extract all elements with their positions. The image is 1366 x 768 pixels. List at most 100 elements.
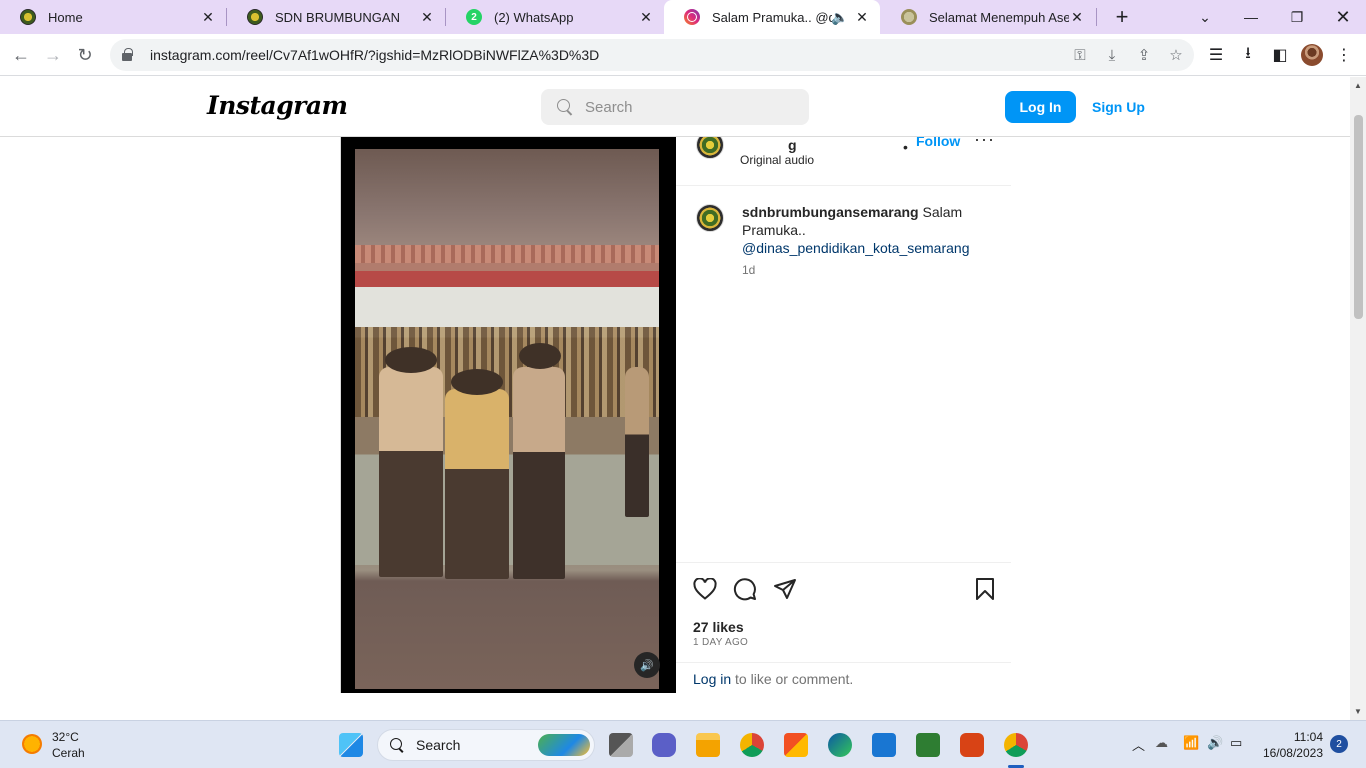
downloads-icon[interactable]: ⭳ — [1236, 43, 1260, 67]
key-icon[interactable]: ⚿ — [1066, 39, 1094, 71]
speaker-icon[interactable]: 🔈 — [831, 9, 848, 25]
restore-icon[interactable]: ❐ — [1274, 0, 1320, 34]
caption-age: 1d — [742, 263, 756, 277]
media-control-icon[interactable]: ☰ — [1204, 43, 1228, 67]
browser-toolbar: ← → ↻ instagram.com/reel/Cv7Af1wOHfR/?ig… — [0, 34, 1366, 76]
tab-selamat[interactable]: Selamat Menempuh Asesme ✕ — [881, 0, 1095, 34]
chat-icon[interactable] — [652, 733, 676, 757]
scroll-up-icon[interactable]: ▲ — [1354, 81, 1362, 90]
tab-search-chevron-icon[interactable]: ⌄ — [1182, 0, 1228, 34]
login-prompt: Log in to like or comment. — [676, 662, 1011, 693]
comment-icon[interactable] — [731, 575, 759, 603]
weather-sun-icon[interactable] — [22, 734, 42, 754]
presentation-icon[interactable] — [960, 733, 984, 757]
original-audio-link[interactable]: Original audio — [740, 153, 814, 167]
tab-instagram-active[interactable]: Salam Pramuka.. @dinas 🔈 ✕ — [664, 0, 880, 34]
account-name[interactable]: g — [788, 137, 797, 153]
spreadsheet-icon[interactable] — [916, 733, 940, 757]
minimize-icon[interactable]: — — [1228, 0, 1274, 34]
instagram-header: Instagram Search Log In Sign Up — [0, 77, 1350, 137]
separator-dot: • — [903, 139, 908, 155]
scrollbar-thumb[interactable] — [1354, 115, 1363, 319]
battery-icon[interactable]: ▭ — [1230, 735, 1242, 751]
scout-figure — [625, 367, 649, 517]
share-send-icon[interactable] — [771, 575, 799, 603]
address-bar[interactable]: instagram.com/reel/Cv7Af1wOHfR/?igshid=M… — [110, 39, 1194, 71]
signup-button[interactable]: Sign Up — [1092, 91, 1145, 123]
reel-video[interactable]: 🔊 — [341, 137, 676, 693]
tab-title: Salam Pramuka.. @dinas — [712, 9, 832, 25]
close-icon[interactable]: ✕ — [638, 9, 654, 25]
tab-home[interactable]: Home ✕ — [0, 0, 226, 34]
page-scrollbar[interactable]: ▲ ▼ — [1350, 77, 1366, 720]
post-sidebar: g • Follow ··· Original audio sdnbrumbun… — [676, 129, 1011, 693]
volume-icon[interactable]: 🔊 — [1207, 735, 1223, 751]
save-bookmark-icon[interactable] — [971, 575, 999, 603]
weather-condition[interactable]: Cerah — [52, 746, 85, 760]
tab-whatsapp[interactable]: 2 (2) WhatsApp ✕ — [446, 0, 664, 34]
lock-icon[interactable] — [122, 48, 133, 61]
close-icon[interactable]: ✕ — [1069, 9, 1085, 25]
chrome-icon[interactable] — [740, 733, 764, 757]
url-text: instagram.com/reel/Cv7Af1wOHfR/?igshid=M… — [150, 47, 600, 63]
scout-logo-icon — [20, 9, 36, 25]
close-icon[interactable]: ✕ — [854, 9, 870, 25]
taskbar-clock[interactable]: 11:04 16/08/2023 — [1261, 729, 1323, 761]
weather-temperature[interactable]: 32°C — [52, 730, 79, 744]
tab-title: SDN BRUMBUNGAN — [275, 9, 400, 25]
chrome-profile-icon[interactable] — [1004, 733, 1028, 757]
install-icon[interactable]: ⤓ — [1098, 39, 1126, 71]
close-window-icon[interactable]: ✕ — [1320, 0, 1366, 34]
search-placeholder: Search — [585, 98, 633, 116]
new-tab-icon[interactable]: + — [1110, 5, 1134, 29]
login-link[interactable]: Log in — [693, 671, 731, 687]
onedrive-cloud-icon[interactable]: ☁ — [1155, 735, 1168, 751]
bookmark-star-icon[interactable]: ☆ — [1162, 39, 1190, 71]
login-button[interactable]: Log In — [1005, 91, 1076, 123]
search-highlight-image — [538, 734, 590, 756]
caption-avatar[interactable] — [696, 204, 724, 232]
likes-count[interactable]: 27 likes — [693, 619, 744, 635]
video-roof — [355, 245, 659, 263]
taskbar-search[interactable]: Search — [377, 729, 595, 761]
store-icon[interactable] — [784, 733, 808, 757]
clock-time: 11:04 — [1293, 730, 1323, 744]
start-windows-icon[interactable] — [339, 733, 363, 757]
mail-icon[interactable] — [872, 733, 896, 757]
instagram-logo[interactable]: Instagram — [207, 91, 348, 120]
search-icon — [557, 99, 573, 115]
scout-hat — [451, 369, 503, 395]
windows-taskbar: 32°C Cerah Search ︿ ☁ 📶 🔊 ▭ 11:04 16/08/… — [0, 720, 1366, 768]
actions-divider — [676, 562, 1011, 563]
side-panel-icon[interactable]: ◧ — [1268, 43, 1292, 67]
caption-username[interactable]: sdnbrumbungansemarang — [742, 204, 919, 220]
back-icon[interactable]: ← — [8, 42, 34, 68]
tab-title: Selamat Menempuh Asesme — [929, 9, 1069, 25]
scout-figure — [379, 367, 443, 577]
file-explorer-icon[interactable] — [696, 733, 720, 757]
tab-title: (2) WhatsApp — [494, 9, 574, 25]
instagram-icon — [684, 9, 700, 25]
tab-strip: Home ✕ SDN BRUMBUNGAN ✕ 2 (2) WhatsApp ✕… — [0, 0, 1366, 34]
profile-avatar[interactable] — [1300, 43, 1324, 67]
share-icon[interactable]: ⇪ — [1130, 39, 1158, 71]
close-icon[interactable]: ✕ — [200, 9, 216, 25]
close-icon[interactable]: ✕ — [419, 9, 435, 25]
tab-separator — [1096, 8, 1097, 26]
tray-chevron-icon[interactable]: ︿ — [1132, 735, 1145, 754]
edge-icon[interactable] — [828, 733, 852, 757]
forward-icon[interactable]: → — [40, 42, 66, 68]
wifi-icon[interactable]: 📶 — [1183, 735, 1199, 751]
menu-kebab-icon[interactable]: ⋮ — [1332, 43, 1356, 67]
notification-badge[interactable]: 2 — [1330, 735, 1348, 753]
reload-icon[interactable]: ↻ — [72, 42, 98, 68]
task-view-icon[interactable] — [609, 733, 633, 757]
post-header: g • Follow ··· Original audio — [676, 129, 1011, 186]
tab-sdn-brumbungan[interactable]: SDN BRUMBUNGAN ✕ — [227, 0, 445, 34]
scroll-down-icon[interactable]: ▼ — [1354, 707, 1362, 716]
caption-mention[interactable]: @dinas_pendidikan_kota_semarang — [742, 240, 969, 256]
taskbar-search-label: Search — [416, 737, 461, 753]
instagram-search-input[interactable]: Search — [541, 89, 809, 125]
like-heart-icon[interactable] — [691, 575, 719, 603]
audio-toggle-icon[interactable]: 🔊 — [634, 652, 660, 678]
